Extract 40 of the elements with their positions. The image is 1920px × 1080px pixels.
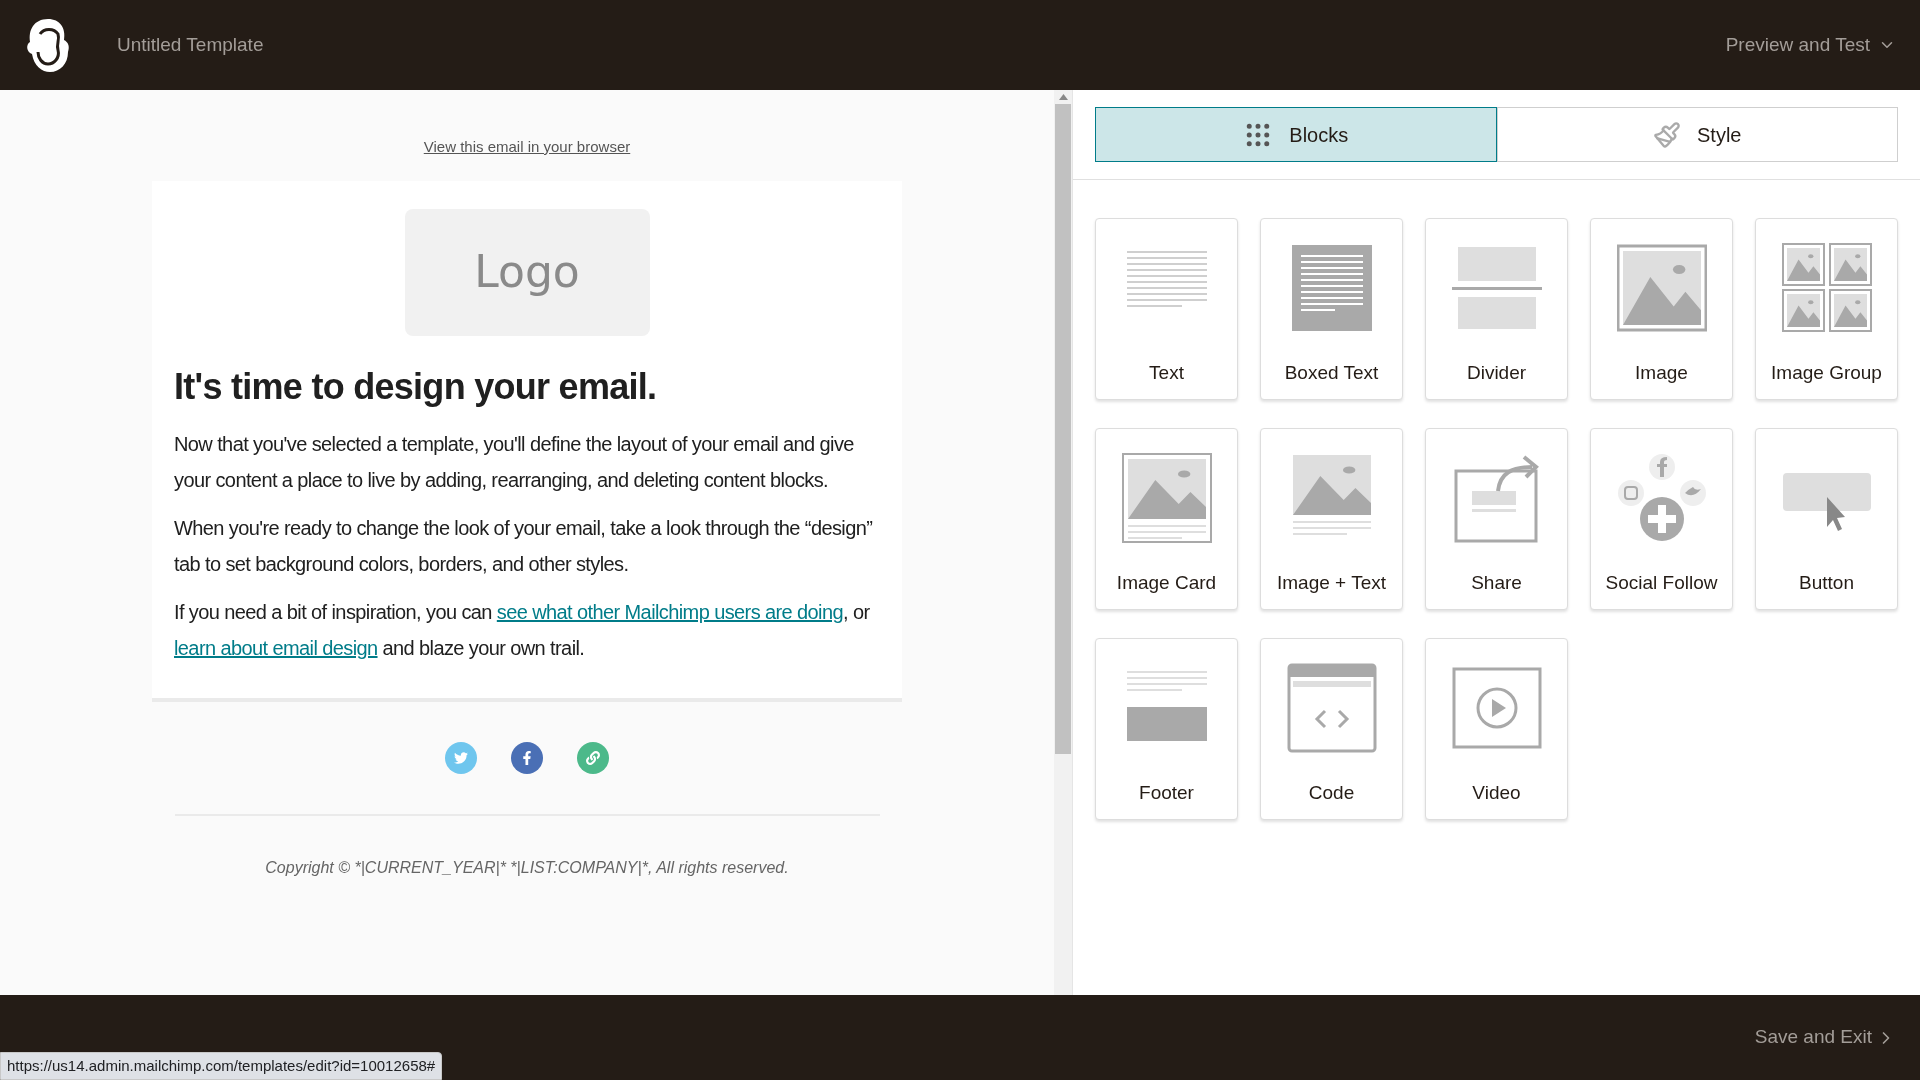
- image-group-icon: [1781, 243, 1872, 333]
- image-icon: [1616, 243, 1707, 333]
- social-follow-icon: [1616, 453, 1707, 543]
- body-paragraph: If you need a bit of inspiration, you can see what other Mailchimp users are doing, or learn about email design and blaze your own trail.: [174, 599, 871, 661]
- block-card[interactable]: Image + Text: [1260, 428, 1403, 610]
- block-card[interactable]: Image Group: [1755, 218, 1898, 400]
- browser-link[interactable]: View this email in your browser: [423, 136, 631, 159]
- panel-tab[interactable]: Blocks: [1095, 107, 1497, 162]
- inline-link[interactable]: see what other Mailchimp users are doing: [496, 600, 843, 623]
- image-card-icon: [1121, 453, 1212, 543]
- brush-icon: [1653, 120, 1681, 149]
- template-title: Untitled Template: [117, 32, 264, 57]
- code-window-icon: [1286, 663, 1377, 753]
- body-paragraph: When you're ready to change the look of your email, take a look through the “design” tab to set background colors, borders, and other styles.: [174, 515, 874, 577]
- scrollbar[interactable]: [1054, 90, 1072, 995]
- scroll-up-icon[interactable]: [1058, 94, 1068, 100]
- logo-text: Logo: [474, 245, 580, 299]
- status-url-tooltip: https://us14.admin.mailchimp.com/templates/edit?id=10012658#: [0, 1051, 443, 1080]
- preview-menu[interactable]: Preview and Test: [1725, 30, 1896, 60]
- block-card[interactable]: Share: [1425, 428, 1568, 610]
- block-card[interactable]: Text: [1095, 218, 1238, 400]
- block-card[interactable]: Footer: [1095, 638, 1238, 820]
- logo-icon: [24, 16, 72, 74]
- panel-tab[interactable]: Style: [1496, 107, 1898, 162]
- facebook-icon[interactable]: [511, 741, 543, 774]
- block-card[interactable]: Boxed Text: [1260, 218, 1403, 400]
- block-card[interactable]: Social Follow: [1590, 428, 1733, 610]
- block-card[interactable]: Image: [1590, 218, 1733, 400]
- block-card[interactable]: Divider: [1425, 218, 1568, 400]
- body-paragraph: Now that you've selected a template, you'll define the layout of your email and give your content a place to live by adding, rearranging, and deleting content blocks.: [174, 431, 855, 493]
- block-card[interactable]: Image Card: [1095, 428, 1238, 610]
- block-card[interactable]: Button: [1755, 428, 1898, 610]
- block-card[interactable]: Code: [1260, 638, 1403, 820]
- inline-link[interactable]: learn about email design: [174, 636, 378, 659]
- twitter-bird-icon[interactable]: [445, 741, 477, 774]
- block-card[interactable]: Video: [1425, 638, 1568, 820]
- copyright-text: Copyright © *|CURRENT_YEAR|* *|LIST:COMPANY|*, All rights reserved.: [265, 857, 789, 878]
- link-icon[interactable]: [577, 741, 609, 774]
- save-exit-button[interactable]: Save and Exit: [1754, 1023, 1896, 1052]
- email-heading: It's time to design your email.: [174, 364, 658, 409]
